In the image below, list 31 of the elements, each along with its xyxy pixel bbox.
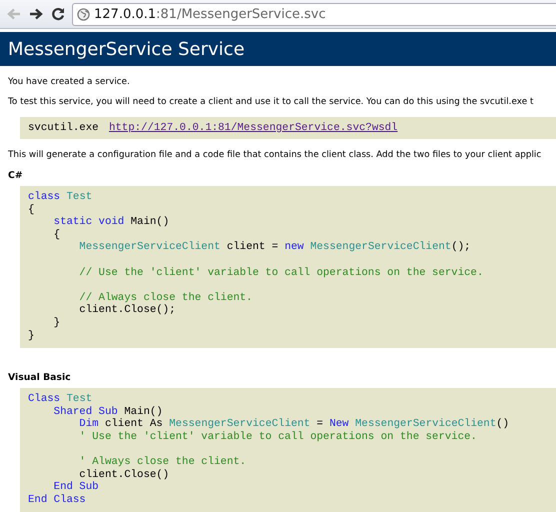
instructions-text: To test this service, you will need to create a client and use it to call the service. You can do this using the svcutil.exe t [8, 97, 534, 107]
url-text: 127.0.0.1:81/MessengerService.svc [94, 6, 326, 22]
code-line: ' Use the 'client' variable to call operations on the service. [78, 430, 477, 444]
code-line: static void Main() [52, 216, 170, 229]
address-bar[interactable]: 127.0.0.1:81/MessengerService.svc [72, 2, 556, 26]
code-line: End Class [28, 494, 86, 506]
language-heading: C# [8, 170, 23, 181]
code-line: MessengerServiceClient client = new MessengerServiceClient(); [78, 241, 471, 254]
command-text: svcutil.exe [28, 122, 99, 134]
wsdl-link[interactable]: http://127.0.0.1:81/MessengerService.svc?wsdl [108, 122, 398, 134]
intro-text: You have created a service. [8, 77, 130, 87]
explanation-text: This will generate a configuration file and a code file that contains the client class. Add the two files to your client applic [8, 150, 542, 160]
code-line: class Test [28, 191, 92, 204]
page-title: MessengerService Service [8, 38, 246, 62]
forward-arrow-icon [29, 8, 43, 20]
code-line: } [28, 330, 34, 342]
code-line: client.Close() [78, 468, 170, 481]
reload-icon [51, 7, 65, 21]
code-line: ' Always close the client. [78, 455, 246, 469]
language-heading: Visual Basic [8, 372, 71, 384]
code-line: Class Test [28, 393, 92, 406]
code-line: // Always close the client. [78, 290, 252, 304]
code-line: { [28, 204, 34, 216]
code-line: End Sub [52, 481, 99, 494]
back-arrow-icon [7, 8, 21, 20]
code-line: Dim client As MessengerServiceClient = New MessengerServiceClient() [78, 418, 510, 431]
code-line: Shared Sub Main() [52, 406, 163, 418]
code-line: } [52, 316, 60, 330]
code-line: client.Close(); [78, 304, 176, 317]
code-line: // Use the 'client' variable to call operations on the service. [78, 266, 484, 280]
code-line: { [52, 228, 60, 242]
